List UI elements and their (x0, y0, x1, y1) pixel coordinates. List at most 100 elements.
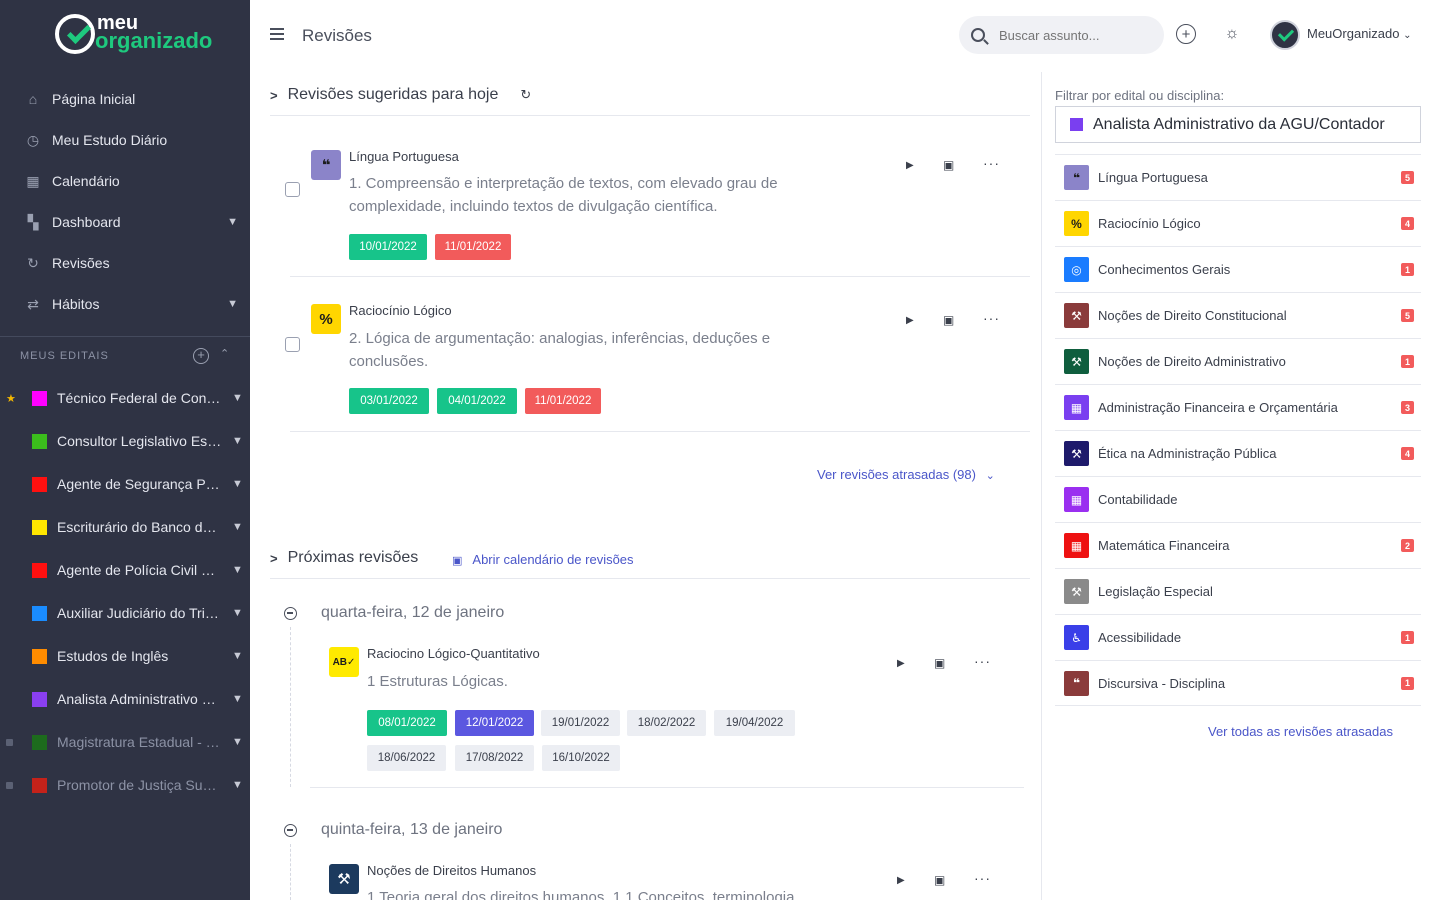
play-icon[interactable]: ▶ (906, 315, 914, 326)
review-date-tag[interactable]: 04/01/2022 (437, 388, 517, 414)
discipline-row[interactable]: ⚒ Legislação Especial (1055, 568, 1421, 614)
edital-item[interactable]: Estudos de Inglês ▼ (0, 645, 250, 667)
star-icon[interactable]: ★ (6, 392, 16, 405)
avatar[interactable] (1270, 20, 1300, 50)
review-date-tag[interactable]: 16/10/2022 (542, 745, 620, 771)
review-date-tag[interactable]: 08/01/2022 (367, 710, 447, 736)
review-date-tag[interactable]: 17/08/2022 (455, 745, 534, 771)
discipline-row[interactable]: % Raciocínio Lógico 4 (1055, 200, 1421, 246)
more-icon[interactable]: ··· (983, 155, 1000, 171)
sidebar: meu organizado ⌂ Página Inicial ◷ Meu Estu… (0, 0, 250, 900)
discipline-label: Noções de Direito Constitucional (1098, 308, 1287, 323)
edital-item[interactable]: ★ Técnico Federal de Contr... ▼ (0, 387, 250, 409)
refresh-icon: ↻ (27, 254, 39, 271)
search-input[interactable] (999, 27, 1139, 43)
review-date-tag[interactable]: 10/01/2022 (349, 234, 427, 260)
chevron-down-icon[interactable]: ▼ (232, 435, 243, 447)
nav-dashboard[interactable]: ▚ Dashboard ▼ (24, 211, 244, 233)
user-menu[interactable]: MeuOrganizado ⌄ (1307, 26, 1412, 41)
discipline-row[interactable]: ◎ Conhecimentos Gerais 1 (1055, 246, 1421, 292)
sun-icon[interactable]: ☼ (1222, 24, 1242, 44)
topic-text: 2. Lógica de argumentação: analogias, in… (349, 327, 819, 373)
refresh-icon[interactable]: ↻ (520, 87, 531, 103)
chevron-down-icon[interactable]: ▼ (232, 650, 243, 662)
review-checkbox[interactable] (285, 182, 300, 197)
all-late-reviews-link[interactable]: Ver todas as revisões atrasadas (1208, 724, 1393, 739)
edital-item[interactable]: Escriturário do Banco do ... ▼ (0, 516, 250, 538)
nav-daily-study[interactable]: ◷ Meu Estudo Diário (24, 129, 244, 151)
discipline-row[interactable]: ♿ Acessibilidade 1 (1055, 614, 1421, 660)
calendar-icon[interactable]: ▣ (934, 873, 945, 887)
discipline-row[interactable]: ⚒ Noções de Direito Constitucional 5 (1055, 292, 1421, 338)
link-label: Abrir calendário de revisões (472, 552, 634, 567)
color-swatch (32, 605, 47, 621)
today-section-header[interactable]: > Revisões sugeridas para hoje ↻ (270, 86, 531, 104)
nav-revisions[interactable]: ↻ Revisões (24, 252, 244, 274)
calendar-icon[interactable]: ▣ (934, 656, 945, 670)
calendar-icon[interactable]: ▣ (943, 313, 954, 327)
more-icon[interactable]: ··· (974, 870, 991, 886)
section-title: Revisões sugeridas para hoje (287, 86, 499, 103)
add-edital-icon[interactable]: + (193, 348, 209, 364)
review-date-tag[interactable]: 11/01/2022 (435, 234, 511, 260)
menu-icon[interactable] (270, 28, 284, 40)
accessibility-icon: ♿ (1064, 625, 1089, 650)
count-badge: 1 (1401, 631, 1414, 644)
late-reviews-link[interactable]: Ver revisões atrasadas (98) ⌄ (817, 467, 995, 482)
add-icon[interactable]: + (1176, 24, 1196, 44)
calendar-icon: ▦ (26, 172, 40, 189)
edital-item[interactable]: Promotor de Justiça Subs... ▼ (0, 774, 250, 796)
play-icon[interactable]: ▶ (897, 658, 905, 669)
chevron-down-icon[interactable]: ▼ (232, 736, 243, 748)
review-checkbox[interactable] (285, 337, 300, 352)
logo[interactable]: meu organizado (55, 12, 212, 62)
open-calendar-link[interactable]: ▣ Abrir calendário de revisões (452, 552, 634, 567)
review-date-tag[interactable]: 18/06/2022 (367, 745, 446, 771)
calendar-icon: ▣ (452, 555, 463, 567)
discipline-row[interactable]: ▦ Administração Financeira e Orçamentária… (1055, 384, 1421, 430)
more-icon[interactable]: ··· (983, 310, 1000, 326)
filter-select[interactable]: Analista Administrativo da AGU/Contador (1055, 106, 1421, 143)
review-date-tag[interactable]: 12/01/2022 (455, 710, 534, 736)
more-icon[interactable]: ··· (974, 653, 991, 669)
next-section-header[interactable]: > Próximas revisões (270, 549, 418, 567)
chevron-down-icon[interactable]: ▼ (232, 693, 243, 705)
edital-item[interactable]: Agente de Polícia Civil do ... ▼ (0, 559, 250, 581)
chevron-down-icon[interactable]: ▼ (227, 216, 238, 228)
chevron-down-icon: ⌄ (1403, 30, 1412, 41)
edital-item[interactable]: Agente de Segurança Pen... ▼ (0, 473, 250, 495)
review-date-tag[interactable]: 18/02/2022 (627, 710, 706, 736)
divider (270, 115, 1030, 116)
play-icon[interactable]: ▶ (897, 875, 905, 886)
discipline-row[interactable]: ⚒ Ética na Administração Pública 4 (1055, 430, 1421, 476)
chevron-down-icon[interactable]: ▼ (232, 392, 243, 404)
discipline-row[interactable]: ⚒ Noções de Direito Administrativo 1 (1055, 338, 1421, 384)
calendar-icon[interactable]: ▣ (943, 158, 954, 172)
chevron-down-icon[interactable]: ▼ (227, 298, 238, 310)
chevron-down-icon[interactable]: ▼ (232, 607, 243, 619)
chevron-down-icon[interactable]: ▼ (232, 521, 243, 533)
discipline-row[interactable]: ▦ Matemática Financeira 2 (1055, 522, 1421, 568)
chevron-down-icon[interactable]: ▼ (232, 564, 243, 576)
edital-item[interactable]: Magistratura Estadual - J... ▼ (0, 731, 250, 753)
nav-home[interactable]: ⌂ Página Inicial (24, 88, 244, 110)
nav-calendar[interactable]: ▦ Calendário (24, 170, 244, 192)
archived-icon (6, 781, 13, 789)
review-date-tag[interactable]: 11/01/2022 (525, 388, 601, 414)
edital-item[interactable]: Auxiliar Judiciário do Trib... ▼ (0, 602, 250, 624)
edital-label: Escriturário do Banco do ... (57, 519, 222, 535)
chevron-down-icon[interactable]: ▼ (232, 478, 243, 490)
nav-habits[interactable]: ⇄ Hábitos ▼ (24, 293, 244, 315)
edital-item[interactable]: Analista Administrativo da... ▼ (0, 688, 250, 710)
collapse-icon[interactable]: ⌃ (220, 347, 229, 360)
review-date-tag[interactable]: 19/01/2022 (541, 710, 620, 736)
chevron-down-icon[interactable]: ▼ (232, 779, 243, 791)
edital-item[interactable]: Consultor Legislativo Esp... ▼ (0, 430, 250, 452)
search-box[interactable] (959, 16, 1164, 54)
review-date-tag[interactable]: 03/01/2022 (349, 388, 429, 414)
discipline-row[interactable]: ▦ Contabilidade (1055, 476, 1421, 522)
review-date-tag[interactable]: 19/04/2022 (714, 710, 795, 736)
discipline-row[interactable]: ❝ Discursiva - Disciplina 1 (1055, 660, 1421, 706)
discipline-row[interactable]: ❝ Língua Portuguesa 5 (1055, 154, 1421, 200)
play-icon[interactable]: ▶ (906, 160, 914, 171)
